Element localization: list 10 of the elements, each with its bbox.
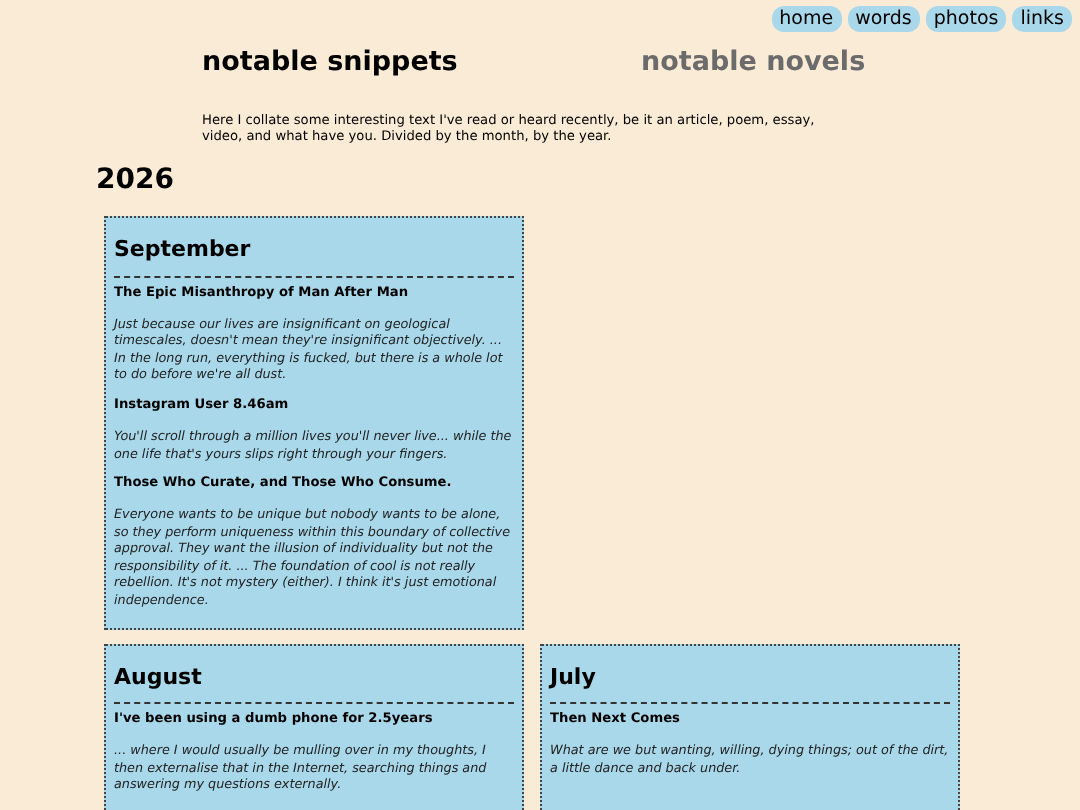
- month-heading: August: [114, 661, 514, 705]
- page-tab[interactable]: notable novels: [641, 42, 1080, 83]
- nav-link[interactable]: home: [771, 6, 842, 32]
- nav-link[interactable]: links: [1012, 6, 1072, 32]
- month-heading: July: [550, 661, 950, 705]
- nav-link[interactable]: photos: [925, 6, 1007, 32]
- nav-link[interactable]: words: [847, 6, 920, 32]
- month-heading: September: [114, 234, 514, 278]
- year-heading: 2026: [96, 162, 176, 201]
- page-tab[interactable]: notable snippets: [202, 42, 641, 83]
